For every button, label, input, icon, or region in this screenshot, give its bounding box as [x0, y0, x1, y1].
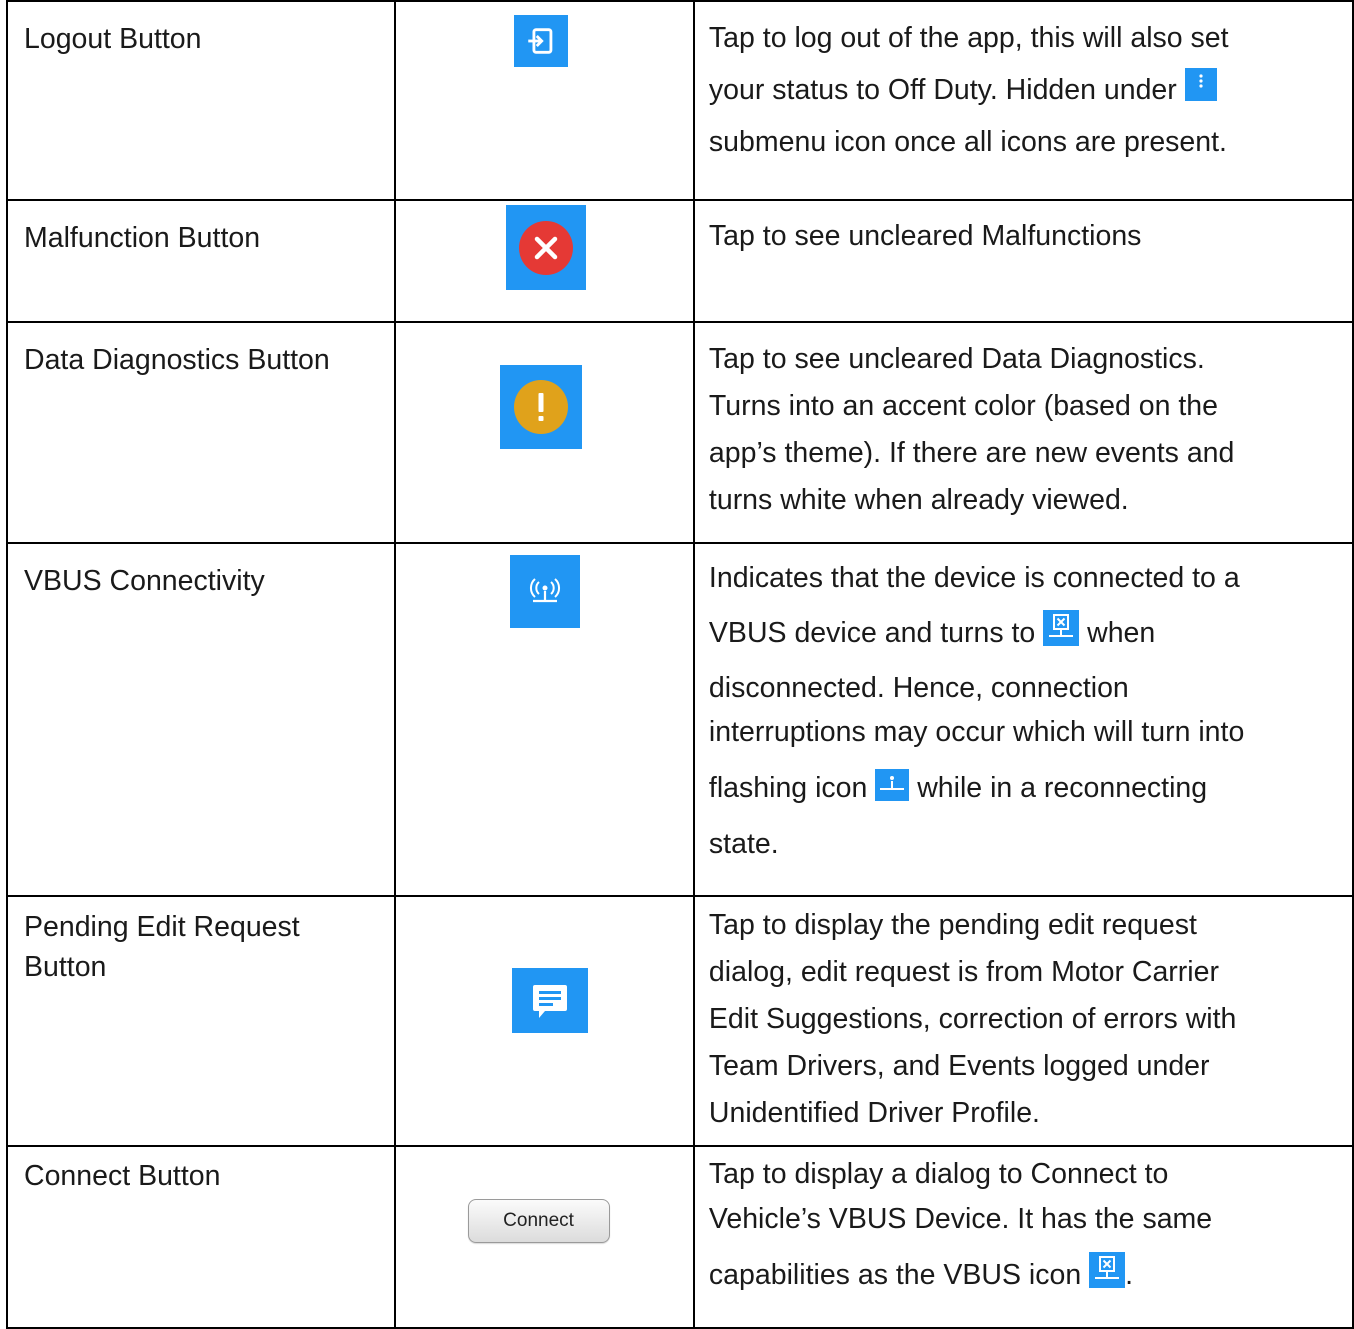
row-desc-cell: Indicates that the device is connected t…	[692, 542, 1354, 897]
row-name: Logout Button	[24, 23, 202, 55]
row-icon-cell	[393, 0, 695, 201]
row-desc-line: disconnected. Hence, connection	[708, 672, 1129, 704]
row-name-cell: VBUS Connectivity	[6, 542, 396, 897]
table-row: Connect Button Connect Tap to display a …	[6, 1145, 1354, 1329]
row-desc-line: .	[1125, 1259, 1134, 1291]
connect-button[interactable]: Connect	[467, 1199, 610, 1243]
icon-reference-table: Logout Button Tap to log out of the app,…	[6, 0, 1354, 1329]
row-desc-line: dialog, edit request is from Motor Carri…	[708, 956, 1219, 988]
data-diagnostics-icon	[499, 365, 582, 449]
row-desc-line: Team Drivers, and Events logged under	[708, 1050, 1210, 1082]
row-desc-line: flashing icon	[708, 772, 868, 804]
row-name: Button	[24, 951, 107, 983]
row-name: VBUS Connectivity	[24, 565, 265, 597]
row-desc-line: state.	[708, 828, 779, 860]
table-row: Pending Edit Request Button Tap to displ…	[6, 895, 1354, 1147]
table-row: Malfunction Button Tap to see uncleared …	[6, 199, 1354, 323]
row-name-cell: Logout Button	[6, 0, 396, 201]
row-desc-line: Edit Suggestions, correction of errors w…	[708, 1003, 1237, 1035]
row-desc-line: Tap to display a dialog to Connect to	[708, 1158, 1169, 1190]
row-desc-line: Vehicle’s VBUS Device. It has the same	[708, 1203, 1213, 1235]
row-desc-line: app’s theme). If there are new events an…	[708, 437, 1235, 469]
vbus-connected-icon	[509, 555, 580, 628]
table-row: Data Diagnostics Button Tap to see uncle…	[6, 321, 1354, 544]
row-desc-cell: Tap to see uncleared Malfunctions	[692, 199, 1354, 323]
row-icon-cell	[393, 199, 695, 323]
row-desc-line: Turns into an accent color (based on the	[708, 390, 1218, 422]
row-icon-cell	[393, 895, 695, 1147]
row-name: Malfunction Button	[24, 222, 261, 254]
row-name: Connect Button	[24, 1160, 221, 1192]
row-desc-line: Unidentified Driver Profile.	[708, 1097, 1040, 1129]
row-name-cell: Data Diagnostics Button	[6, 321, 396, 544]
row-desc-line: your status to Off Duty. Hidden under	[708, 74, 1177, 106]
row-desc-cell: Tap to display the pending edit request …	[692, 895, 1354, 1147]
row-desc-line: Indicates that the device is connected t…	[708, 562, 1240, 594]
row-name: Pending Edit Request	[24, 911, 300, 943]
row-name-cell: Connect Button	[6, 1145, 396, 1329]
row-name-cell: Malfunction Button	[6, 199, 396, 323]
row-desc-cell: Tap to display a dialog to Connect to Ve…	[692, 1145, 1354, 1329]
vbus-disconnected-icon	[1089, 1252, 1126, 1288]
row-desc-line: VBUS device and turns to	[708, 617, 1036, 649]
pending-edit-request-icon	[511, 968, 588, 1033]
row-icon-cell: Connect	[393, 1145, 695, 1329]
row-desc-line: interruptions may occur which will turn …	[708, 716, 1245, 748]
malfunction-icon	[505, 205, 586, 290]
row-desc-cell: Tap to see uncleared Data Diagnostics. T…	[692, 321, 1354, 544]
submenu-icon	[1184, 68, 1217, 101]
row-desc-line: capabilities as the VBUS icon	[708, 1259, 1082, 1291]
row-desc-line: while in a reconnecting	[917, 772, 1208, 804]
logout-icon	[513, 15, 568, 67]
row-desc-line: turns white when already viewed.	[708, 484, 1129, 516]
row-desc-line: Tap to log out of the app, this will als…	[708, 22, 1229, 54]
row-desc-line: when	[1087, 617, 1156, 649]
row-desc-cell: Tap to log out of the app, this will als…	[692, 0, 1354, 201]
row-icon-cell	[393, 542, 695, 897]
row-name: Data Diagnostics Button	[24, 344, 330, 376]
row-name-cell: Pending Edit Request Button	[6, 895, 396, 1147]
table-row: Logout Button Tap to log out of the app,…	[6, 0, 1354, 201]
row-desc-line: Tap to display the pending edit request	[708, 909, 1197, 941]
row-desc-line: Tap to see uncleared Data Diagnostics.	[708, 343, 1205, 375]
table-row: VBUS Connectivity Indicates that the dev…	[6, 542, 1354, 897]
row-desc: Tap to see uncleared Malfunctions	[708, 220, 1142, 252]
row-icon-cell	[393, 321, 695, 544]
vbus-disconnected-icon	[1043, 610, 1080, 646]
vbus-reconnecting-icon	[875, 769, 910, 801]
row-desc-line: submenu icon once all icons are present.	[708, 126, 1227, 158]
